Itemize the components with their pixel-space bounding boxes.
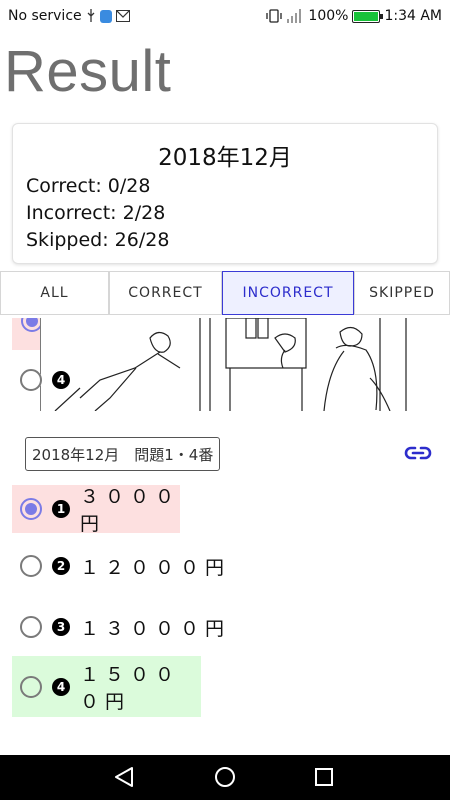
- question-illustration: [40, 318, 408, 411]
- tab-correct[interactable]: CORRECT: [109, 271, 222, 315]
- answer-option-4[interactable]: 4 １５０００円: [12, 656, 201, 717]
- radio-button[interactable]: [20, 555, 42, 577]
- page-title: Result: [4, 39, 172, 104]
- option-number-badge: 4: [52, 371, 70, 389]
- mail-icon: [115, 10, 130, 22]
- battery-icon: [352, 9, 384, 23]
- home-icon[interactable]: [215, 767, 235, 787]
- summary-card: 2018年12月 Correct: 0/28 Incorrect: 2/28 S…: [12, 123, 438, 264]
- option-number-badge: 1: [52, 500, 70, 518]
- system-navigation-bar: [0, 755, 450, 800]
- radio-button[interactable]: [20, 675, 42, 698]
- battery-percent: 100%: [308, 8, 349, 24]
- status-bar-left: No service: [8, 8, 130, 24]
- results-list[interactable]: 4 2018年12月 問題1・4番 1 ３０００円 2 １２０００円 3 １３０…: [0, 318, 450, 755]
- back-icon[interactable]: [115, 767, 133, 787]
- option-text: １２０００円: [80, 556, 231, 579]
- question-tag: 2018年12月 問題1・4番: [25, 437, 221, 471]
- option-number-badge: 3: [52, 618, 70, 636]
- signal-icon: [286, 9, 304, 23]
- answer-option-2[interactable]: 2 １２０００円: [0, 546, 300, 586]
- incorrect-count: Incorrect: 2/28: [26, 202, 166, 224]
- tab-incorrect[interactable]: INCORRECT: [222, 271, 354, 315]
- status-bar: No service 100% 1:34 AM: [0, 0, 450, 32]
- option-number-badge: 4: [52, 677, 70, 696]
- summary-title: 2018年12月: [158, 145, 292, 171]
- previous-option-4[interactable]: 4: [0, 362, 70, 398]
- filter-tabs: ALL CORRECT INCORRECT SKIPPED: [0, 270, 450, 316]
- option-text: １３０００円: [80, 617, 231, 640]
- shield-icon: [99, 9, 112, 23]
- radio-button-selected[interactable]: [20, 498, 42, 520]
- option-text: ３０００円: [80, 486, 181, 535]
- radio-button[interactable]: [20, 369, 42, 391]
- skipped-count: Skipped: 26/28: [26, 229, 170, 251]
- correct-count: Correct: 0/28: [26, 175, 151, 197]
- radio-button[interactable]: [20, 616, 42, 638]
- vibrate-icon: [266, 9, 283, 23]
- answer-option-3[interactable]: 3 １３０００円: [0, 607, 300, 647]
- option-number-badge: 2: [52, 557, 70, 575]
- carrier-text: No service: [8, 8, 82, 24]
- link-icon[interactable]: [404, 445, 432, 461]
- answer-option-1[interactable]: 1 ３０００円: [12, 485, 181, 535]
- option-text: １５０００円: [80, 663, 181, 713]
- clock: 1:34 AM: [384, 8, 442, 24]
- recents-icon[interactable]: [315, 768, 333, 786]
- usb-icon: [86, 9, 96, 23]
- status-bar-right: 100% 1:34 AM: [266, 8, 442, 24]
- tab-skipped[interactable]: SKIPPED: [354, 271, 450, 315]
- tab-all[interactable]: ALL: [0, 271, 109, 315]
